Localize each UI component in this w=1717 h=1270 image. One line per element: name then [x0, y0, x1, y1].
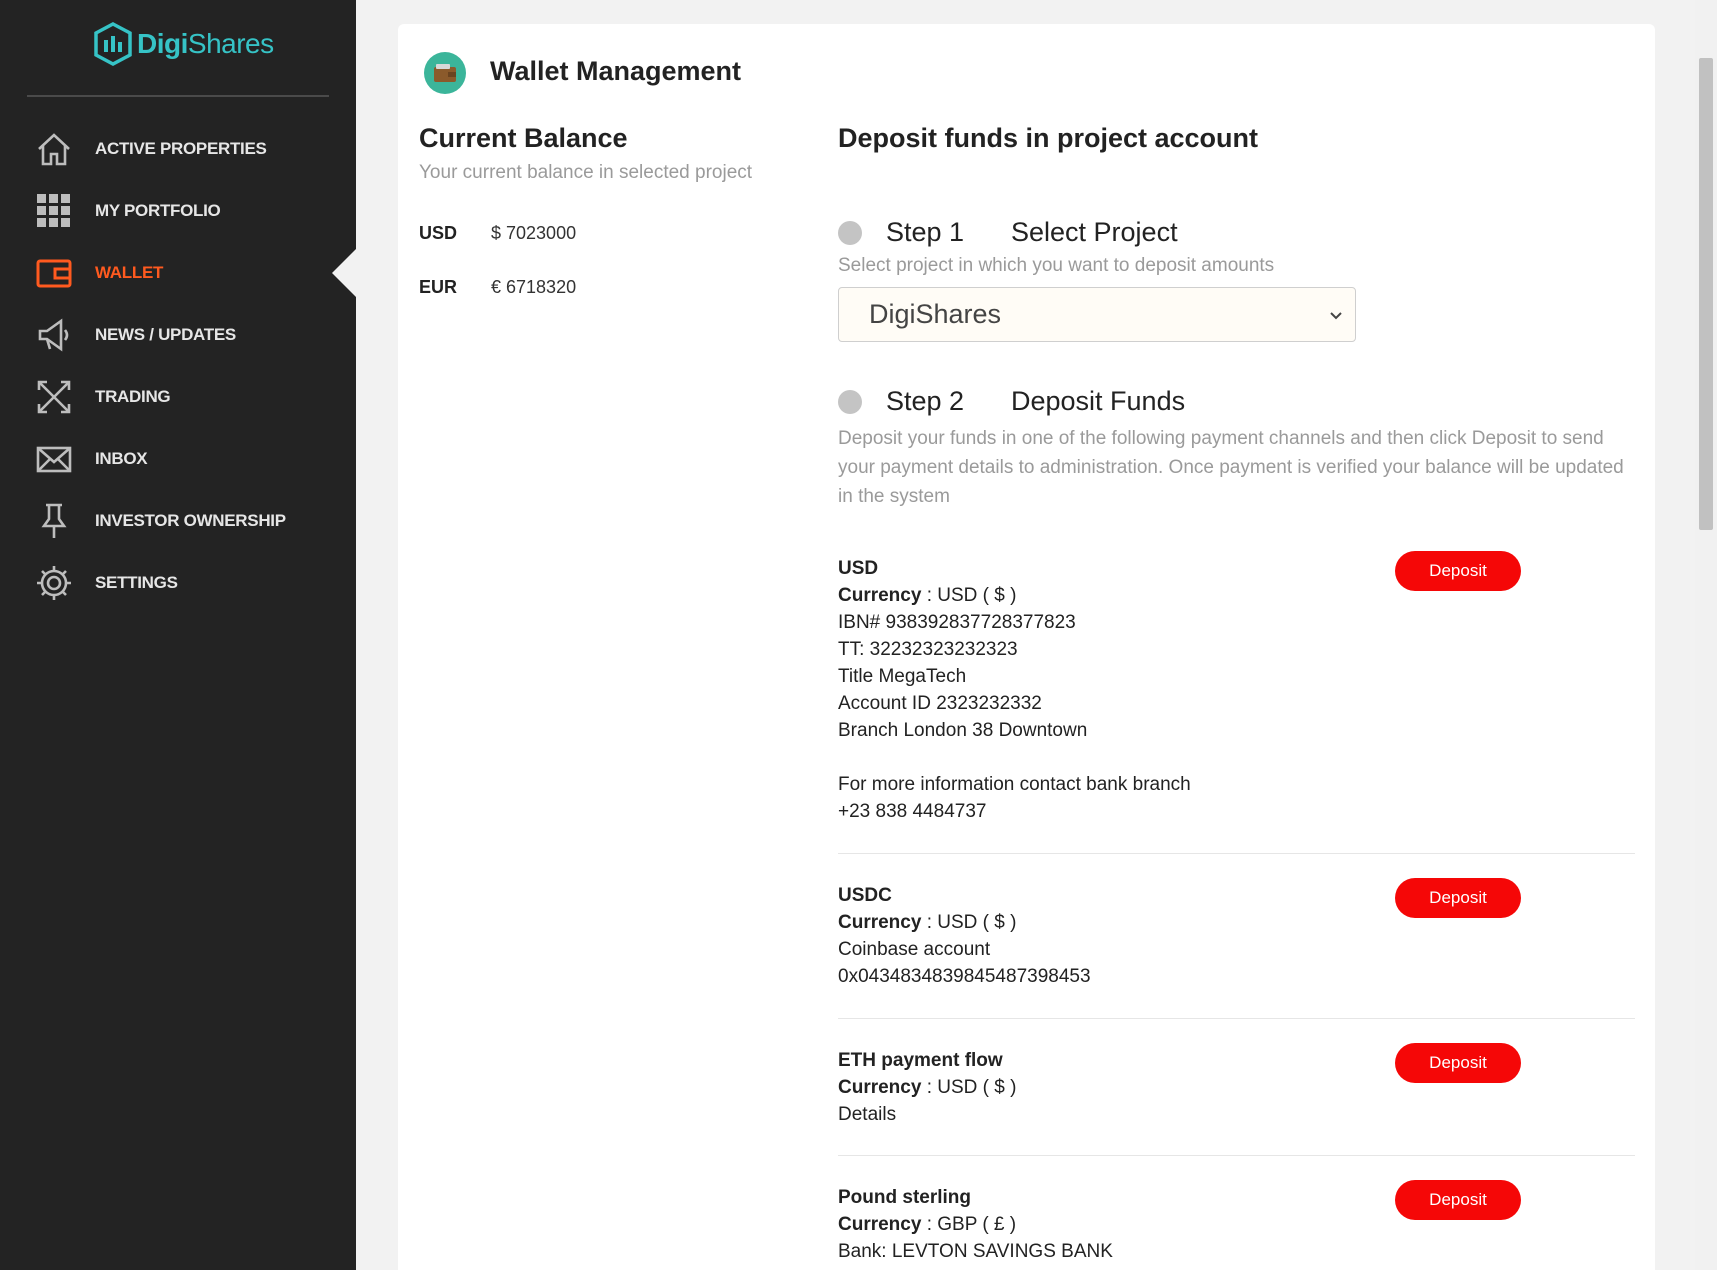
payment-channel: ETH payment flow Currency : USD ( $ ) De…: [838, 1043, 1635, 1128]
channel-contact-phone: +23 838 4484737: [838, 801, 987, 822]
sidebar-item-active-properties[interactable]: ACTIVE PROPERTIES: [0, 118, 356, 180]
sidebar: DigiShares ACTIVE PROPERTIES MY PORTFOLI…: [0, 0, 356, 1270]
megaphone-icon: [34, 315, 74, 355]
channel-detail: Account ID 2323232332: [838, 693, 1042, 714]
project-select[interactable]: DigiShares: [838, 287, 1356, 342]
page-title: Wallet Management: [490, 56, 742, 86]
scrollbar[interactable]: [1695, 0, 1717, 1270]
channel-detail: IBN# 938392837728377823: [838, 612, 1076, 633]
balance-value: € 6718320: [491, 277, 577, 297]
sidebar-item-label: INBOX: [95, 449, 148, 468]
balance-title: Current Balance: [419, 123, 628, 153]
channel-divider: [838, 1155, 1635, 1156]
sidebar-item-label: TRADING: [95, 387, 171, 406]
step-2-description: Deposit your funds in one of the followi…: [838, 428, 1624, 507]
payment-channel: USDC Currency : USD ( $ ) Coinbase accou…: [838, 878, 1635, 990]
payment-channel: USD Currency : USD ( $ ) IBN# 9383928377…: [838, 551, 1635, 825]
balance-row: EUR € 6718320: [419, 277, 576, 298]
chevron-down-icon: [1330, 311, 1342, 319]
balance-subtitle: Your current balance in selected project: [419, 162, 753, 183]
channel-detail: Details: [838, 1104, 897, 1125]
channel-currency: Currency : GBP ( £ ): [838, 1214, 1017, 1235]
channel-detail: Title MegaTech: [838, 666, 967, 687]
sidebar-item-trading[interactable]: TRADING: [0, 366, 356, 428]
sidebar-item-news-updates[interactable]: NEWS / UPDATES: [0, 304, 356, 366]
sidebar-divider: [27, 95, 329, 97]
deposit-button[interactable]: Deposit: [1395, 1043, 1521, 1083]
payment-channel: Pound sterling Currency : GBP ( £ ) Bank…: [838, 1180, 1635, 1265]
sidebar-item-inbox[interactable]: INBOX: [0, 428, 356, 490]
sidebar-item-investor-ownership[interactable]: INVESTOR OWNERSHIP: [0, 490, 356, 552]
channel-contact-info: For more information contact bank branch: [838, 774, 1191, 795]
channel-divider: [838, 1018, 1635, 1019]
channel-detail: TT: 32232323232323: [838, 639, 1018, 660]
step-number: Step 1: [886, 217, 965, 247]
logo-text: DigiShares: [137, 28, 274, 59]
channel-detail: Coinbase account: [838, 939, 991, 960]
deposit-button[interactable]: Deposit: [1395, 878, 1521, 918]
deposit-title: Deposit funds in project account: [838, 123, 1259, 153]
arrows-icon: [34, 377, 74, 417]
balance-row: USD $ 7023000: [419, 223, 576, 244]
channel-divider: [838, 853, 1635, 854]
logo-icon: [94, 22, 132, 66]
digishares-logo[interactable]: DigiShares: [93, 20, 274, 68]
step-2-header: Step 2 Deposit Funds: [838, 386, 1185, 417]
home-icon: [34, 129, 74, 169]
sidebar-item-label: INVESTOR OWNERSHIP: [95, 511, 286, 530]
step-1-description: Select project in which you want to depo…: [838, 255, 1275, 276]
step-name: Select Project: [1011, 217, 1178, 247]
channel-currency: Currency : USD ( $ ): [838, 912, 1017, 933]
sidebar-item-label: WALLET: [95, 263, 164, 282]
channel-currency: Currency : USD ( $ ): [838, 1077, 1017, 1098]
wallet-card: Wallet Management Current Balance Your c…: [398, 24, 1655, 1270]
active-indicator: [332, 249, 356, 297]
deposit-button[interactable]: Deposit: [1395, 551, 1521, 591]
grid-icon: [34, 191, 74, 231]
balance-currency: EUR: [419, 277, 458, 297]
sidebar-item-label: NEWS / UPDATES: [95, 325, 236, 344]
gear-icon: [34, 563, 74, 603]
step-indicator: [838, 220, 862, 245]
step-1-header: Step 1 Select Project: [838, 217, 1178, 248]
sidebar-item-label: SETTINGS: [95, 573, 178, 592]
step-indicator: [838, 389, 862, 414]
channel-detail: Bank: LEVTON SAVINGS BANK: [838, 1241, 1113, 1262]
balance-currency: USD: [419, 223, 458, 243]
balance-value: $ 7023000: [491, 223, 577, 243]
deposit-button[interactable]: Deposit: [1395, 1180, 1521, 1220]
channel-detail: 0x0434834839845487398453: [838, 966, 1091, 987]
scrollbar-thumb[interactable]: [1699, 58, 1713, 530]
step-number: Step 2: [886, 386, 965, 416]
sidebar-item-settings[interactable]: SETTINGS: [0, 552, 356, 614]
wallet-icon: [34, 253, 74, 293]
channel-currency: Currency : USD ( $ ): [838, 585, 1017, 606]
envelope-icon: [34, 439, 74, 479]
sidebar-item-my-portfolio[interactable]: MY PORTFOLIO: [0, 180, 356, 242]
sidebar-item-label: MY PORTFOLIO: [95, 201, 221, 220]
sidebar-nav: ACTIVE PROPERTIES MY PORTFOLIO WALLET NE…: [0, 118, 356, 614]
wallet-header-icon: [424, 52, 466, 94]
step-name: Deposit Funds: [1011, 386, 1186, 416]
channel-detail: Branch London 38 Downtown: [838, 720, 1088, 741]
sidebar-item-label: ACTIVE PROPERTIES: [95, 139, 267, 158]
pin-icon: [34, 501, 74, 541]
sidebar-item-wallet[interactable]: WALLET: [0, 242, 356, 304]
project-select-value: DigiShares: [869, 299, 1002, 329]
